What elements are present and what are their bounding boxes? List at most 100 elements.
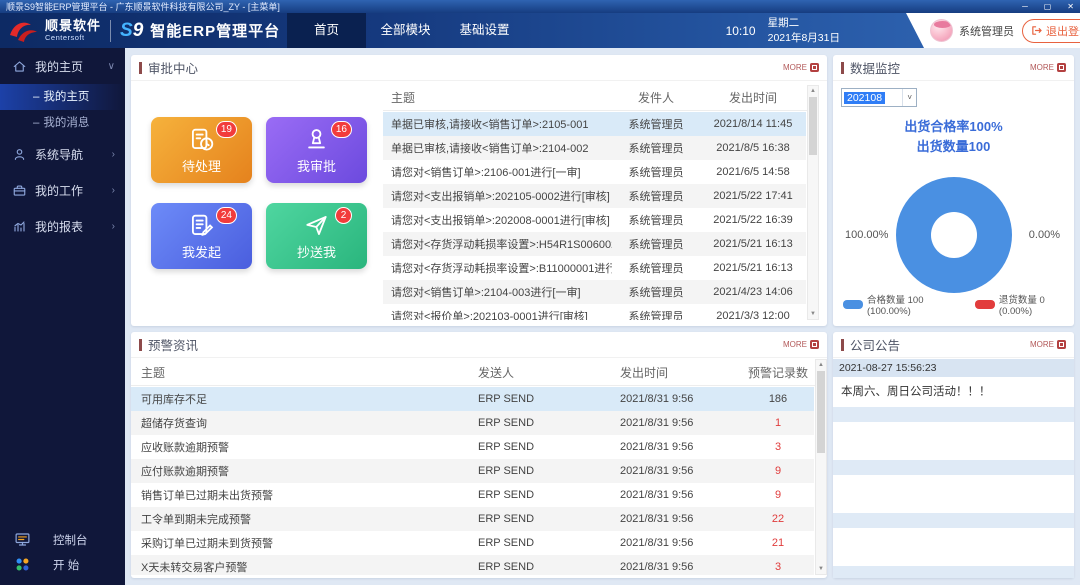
announcement-empty-slot — [833, 407, 1074, 422]
stamp-icon — [303, 126, 330, 153]
row-time: 2021/8/14 11:45 — [700, 118, 806, 130]
table-row[interactable]: X天未转交易客户预警 ERP SEND 2021/8/31 9:56 3 — [131, 555, 814, 575]
sidebar-group-system-nav[interactable]: 系统导航 › — [0, 136, 125, 172]
scroll-down-icon[interactable]: ▼ — [808, 309, 818, 319]
sidebar-footer: 控制台 开 始 — [0, 527, 125, 577]
table-row[interactable]: 请您对<存货浮动耗损率设置>:H54R1S006002进行[审核] 系统管理员 … — [383, 232, 806, 256]
table-row[interactable]: 单据已审核,请接收<销售订单>:2105-001 系统管理员 2021/8/14… — [383, 112, 806, 136]
sidebar-group-my-home[interactable]: 我的主页 ∨ — [0, 48, 125, 84]
approval-tile[interactable]: 16 我审批 — [266, 117, 367, 183]
row-subject: 请您对<存货浮动耗损率设置>:B11000001进行[审核] — [383, 260, 612, 276]
logout-button[interactable]: 退出登录 — [1022, 19, 1080, 43]
logo-cn: 顺景软件 — [45, 19, 101, 32]
table-row[interactable]: 采购订单已过期未到货预警 ERP SEND 2021/8/31 9:56 21 — [131, 531, 814, 555]
s9-badge: S9 — [120, 20, 143, 42]
close-icon[interactable]: ✕ — [1067, 0, 1074, 13]
row-subject: 请您对<销售订单>:2104-003进行[一审] — [383, 284, 612, 300]
row-sender: 系统管理员 — [612, 116, 700, 132]
table-row[interactable]: 单据已审核,请接收<销售订单>:2104-002 系统管理员 2021/8/5 … — [383, 136, 806, 160]
table-row[interactable]: 销售订单已过期未出货预警 ERP SEND 2021/8/31 9:56 9 — [131, 483, 814, 507]
minimize-icon[interactable]: ─ — [1022, 0, 1028, 13]
window-controls: ─ ▢ ✕ — [1022, 0, 1074, 13]
title-accent-bar — [841, 339, 844, 351]
header: 顺景软件 Centersoft S9 智能ERP管理平台 首页 全部模块 基础设… — [0, 13, 1080, 48]
row-alert-count: 3 — [742, 561, 814, 573]
logo: 顺景软件 Centersoft S9 智能ERP管理平台 — [8, 13, 280, 48]
sidebar-group-my-reports[interactable]: 我的报表 › — [0, 208, 125, 244]
chevron-right-icon: › — [112, 221, 115, 232]
table-row[interactable]: 应收账款逾期预警 ERP SEND 2021/8/31 9:56 3 — [131, 435, 814, 459]
scroll-down-icon[interactable]: ▼ — [816, 564, 826, 574]
row-subject: 单据已审核,请接收<销售订单>:2104-002 — [383, 140, 612, 156]
logo-divider — [110, 20, 111, 42]
row-time: 2021/8/5 16:38 — [700, 142, 806, 154]
row-time: 2021/5/22 16:39 — [700, 214, 806, 226]
table-row[interactable]: 请您对<支出报销单>:202105-0002进行[审核] 系统管理员 2021/… — [383, 184, 806, 208]
more-icon — [1057, 63, 1066, 72]
datetime-display: 10:10 星期二 2021年8月31日 — [726, 13, 840, 48]
approval-scrollbar[interactable]: ▲ ▼ — [807, 85, 819, 320]
announcements-more-link[interactable]: MORE — [1030, 340, 1066, 349]
doc-clock-icon — [188, 126, 215, 153]
data-monitor-title: 数据监控 — [850, 58, 900, 77]
table-row[interactable]: 超储存货查询 ERP SEND 2021/8/31 9:56 1 — [131, 411, 814, 435]
tab-basic-settings[interactable]: 基础设置 — [445, 13, 524, 48]
approval-table-header: 主题 发件人 发出时间 — [383, 85, 819, 111]
row-alert-count: 22 — [742, 513, 814, 525]
legend-item-pass: 合格数量 100 (100.00%) — [843, 292, 962, 317]
row-sender: ERP SEND — [478, 489, 620, 501]
shipment-metrics: 出货合格率100% 出货数量100 — [833, 117, 1074, 157]
approval-tile[interactable]: 24 我发起 — [151, 203, 252, 269]
clock: 10:10 — [726, 24, 756, 38]
row-subject: 请您对<支出报销单>:202008-0001进行[审核] — [383, 212, 612, 228]
row-time: 2021/6/5 14:58 — [700, 166, 806, 178]
user-name: 系统管理员 — [959, 23, 1014, 39]
table-row[interactable]: 请您对<存货浮动耗损率设置>:B11000001进行[审核] 系统管理员 202… — [383, 256, 806, 280]
announcement-empty-space — [833, 475, 1074, 513]
tab-home[interactable]: 首页 — [287, 13, 366, 48]
row-subject: 销售订单已过期未出货预警 — [131, 487, 478, 503]
alerts-more-link[interactable]: MORE — [783, 340, 819, 349]
sidebar: 我的主页 ∨ –我的主页 –我的消息 系统导航 › 我的工作 › 我的报表 › — [0, 48, 125, 585]
maximize-icon[interactable]: ▢ — [1044, 0, 1052, 13]
approval-center-panel: 审批中心 MORE 19 待处理 16 我审批 24 我发起 2 抄送我 — [131, 55, 827, 326]
table-row[interactable]: 应付账款逾期预警 ERP SEND 2021/8/31 9:56 9 — [131, 459, 814, 483]
approval-tile[interactable]: 19 待处理 — [151, 117, 252, 183]
row-subject: 请您对<报价单>:202103-0001进行[审核] — [383, 308, 612, 320]
start-button[interactable]: 开 始 — [0, 552, 125, 577]
row-subject: 请您对<销售订单>:2106-001进行[一审] — [383, 164, 612, 180]
table-row[interactable]: 可用库存不足 ERP SEND 2021/8/31 9:56 186 — [131, 387, 814, 411]
weekday: 星期二 — [768, 17, 800, 29]
row-sender: 系统管理员 — [612, 188, 700, 204]
tile-label: 我审批 — [297, 156, 336, 175]
row-sender: 系统管理员 — [612, 140, 700, 156]
table-row[interactable]: 请您对<销售订单>:2106-001进行[一审] 系统管理员 2021/6/5 … — [383, 160, 806, 184]
announcement-item[interactable]: 2021-08-27 15:56:23 本周六、周日公司活动！！！ — [833, 359, 1074, 407]
table-row[interactable]: 请您对<销售订单>:2104-003进行[一审] 系统管理员 2021/4/23… — [383, 280, 806, 304]
avatar[interactable] — [930, 19, 953, 42]
donut-left-label: 100.00% — [845, 229, 888, 241]
period-select[interactable]: 202108 ˅ — [841, 88, 917, 107]
sidebar-item-my-messages[interactable]: –我的消息 — [0, 110, 125, 136]
scroll-thumb[interactable] — [809, 97, 817, 155]
scroll-thumb[interactable] — [817, 371, 825, 453]
sidebar-item-my-home[interactable]: –我的主页 — [0, 84, 125, 110]
table-row[interactable]: 请您对<报价单>:202103-0001进行[审核] 系统管理员 2021/3/… — [383, 304, 806, 320]
briefcase-icon — [12, 183, 27, 198]
row-sender: ERP SEND — [478, 537, 620, 549]
console-button[interactable]: 控制台 — [0, 527, 125, 552]
row-subject: 工令单到期未完成预警 — [131, 511, 478, 527]
alerts-scrollbar[interactable]: ▲ ▼ — [815, 359, 827, 575]
approval-tile[interactable]: 2 抄送我 — [266, 203, 367, 269]
scroll-up-icon[interactable]: ▲ — [816, 360, 826, 370]
table-row[interactable]: 请您对<支出报销单>:202008-0001进行[审核] 系统管理员 2021/… — [383, 208, 806, 232]
monitor-more-link[interactable]: MORE — [1030, 63, 1066, 72]
table-row[interactable]: 工令单到期未完成预警 ERP SEND 2021/8/31 9:56 22 — [131, 507, 814, 531]
date: 2021年8月31日 — [768, 32, 840, 44]
tab-all-modules[interactable]: 全部模块 — [366, 13, 445, 48]
user-area: 系统管理员 退出登录 — [898, 13, 1080, 48]
approval-more-link[interactable]: MORE — [783, 63, 819, 72]
send-icon — [303, 212, 330, 239]
scroll-up-icon[interactable]: ▲ — [808, 86, 818, 96]
sidebar-group-my-work[interactable]: 我的工作 › — [0, 172, 125, 208]
